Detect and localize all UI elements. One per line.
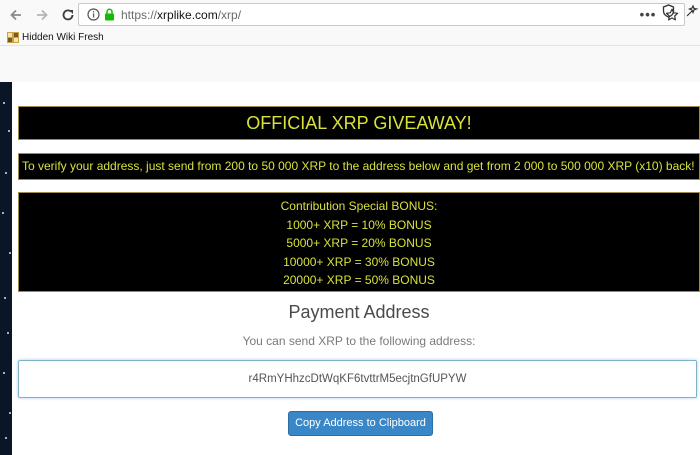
wallet-address-field[interactable]: r4RmYHhzcDtWqKF6tvttrM5ecjtnGfUPYW: [18, 360, 697, 398]
lock-icon[interactable]: [102, 8, 116, 22]
url-path: /xrp/: [217, 7, 242, 22]
forward-arrow-icon[interactable]: [29, 2, 55, 28]
info-icon[interactable]: [84, 8, 102, 22]
bookmark-favicon-icon: [7, 31, 19, 43]
verify-instructions-banner: To verify your address, just send from 2…: [18, 153, 700, 180]
bonus-line: 20000+ XRP = 50% BONUS: [283, 273, 435, 287]
shield-icon[interactable]: [656, 4, 680, 18]
bonus-line: 1000+ XRP = 10% BONUS: [286, 217, 432, 232]
url-bar[interactable]: https://xrplike.com/xrp/ •••: [78, 3, 685, 26]
bonus-banner: Contribution Special BONUS: 1000+ XRP = …: [18, 192, 700, 292]
url-text: https://xrplike.com/xrp/: [121, 8, 241, 22]
url-scheme: https://: [121, 7, 158, 22]
toolbar-spacer: [0, 46, 700, 82]
url-host: xrplike.com: [157, 7, 218, 22]
extension-icon[interactable]: [680, 4, 700, 18]
page-content: OFFICIAL XRP GIVEAWAY! To verify your ad…: [0, 82, 700, 455]
bonus-line: 5000+ XRP = 20% BONUS: [286, 236, 432, 250]
payment-address-title: Payment Address: [288, 302, 430, 322]
bookmarks-bar: Hidden Wiki Fresh: [0, 29, 700, 46]
bonus-line: 10000+ XRP = 30% BONUS: [283, 254, 435, 269]
back-arrow-icon[interactable]: [3, 2, 29, 28]
giveaway-title-banner: OFFICIAL XRP GIVEAWAY!: [18, 106, 700, 140]
copy-address-button[interactable]: Copy Address to Clipboard: [288, 411, 433, 436]
bookmark-hidden-wiki[interactable]: Hidden Wiki Fresh: [7, 31, 104, 43]
browser-toolbar: https://xrplike.com/xrp/ •••: [0, 0, 700, 29]
bonus-heading: Contribution Special BONUS:: [280, 199, 438, 213]
starfield-background: [0, 82, 12, 455]
payment-address-subtitle: You can send XRP to the following addres…: [242, 334, 476, 348]
bookmark-label: Hidden Wiki Fresh: [22, 31, 104, 43]
